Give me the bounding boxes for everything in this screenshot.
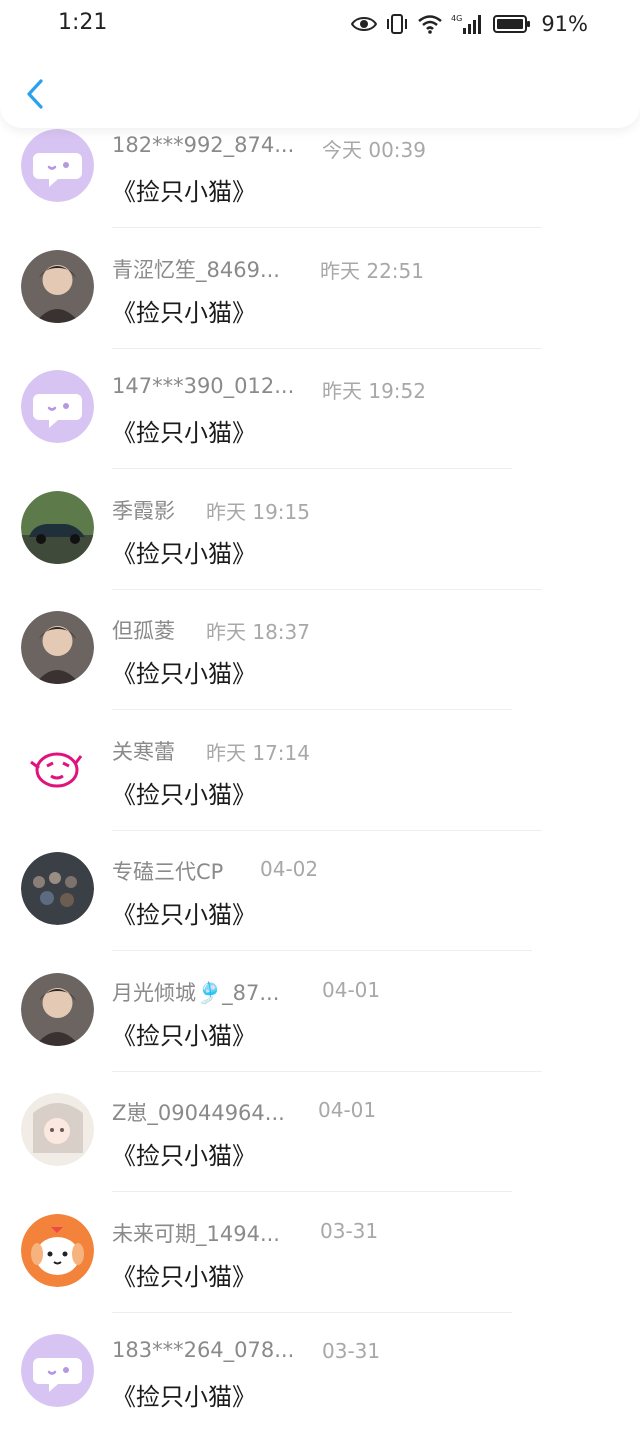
message-preview: 《捡只小猫》 [112,901,256,929]
sender-name: 未来可期_1494... [112,1222,280,1246]
battery-icon [493,15,531,33]
avatar[interactable] [21,611,94,684]
avatar[interactable] [21,129,94,202]
message-preview: 《捡只小猫》 [112,540,256,568]
list-item[interactable]: 季霞影 昨天 19:15 《捡只小猫》 [0,482,640,602]
sender-name: 专磕三代CP [112,860,224,884]
sender-name: 147***390_012... [112,374,295,398]
avatar[interactable] [21,370,94,443]
list-item[interactable]: 182***992_874... 今天 00:39 《捡只小猫》 [0,120,640,240]
message-time: 昨天 22:51 [320,259,424,283]
message-time: 今天 00:39 [322,138,426,162]
sender-name: 青涩忆笙_8469... [112,258,280,282]
4g-signal-icon: 4G [451,14,482,34]
status-time: 1:21 [58,10,108,35]
row-divider [112,950,532,951]
list-item[interactable]: Z崽_09044964... 04-01 《捡只小猫》 [0,1084,640,1204]
list-item[interactable]: 专磕三代CP 04-02 《捡只小猫》 [0,843,640,963]
sender-name: 月光倾城🎐_87... [112,981,280,1005]
avatar[interactable] [21,1093,94,1166]
eye-icon [351,17,378,31]
list-item[interactable]: 但孤菱 昨天 18:37 《捡只小猫》 [0,602,640,722]
battery-percentage: 91% [541,12,588,36]
row-divider [112,830,542,831]
message-preview: 《捡只小猫》 [112,781,256,809]
message-time: 昨天 17:14 [206,741,310,765]
message-preview: 《捡只小猫》 [112,1022,256,1050]
avatar[interactable] [21,732,94,805]
message-preview: 《捡只小猫》 [112,1383,256,1411]
svg-text:4G: 4G [451,14,462,23]
sender-name: 关寒蕾 [112,740,175,764]
wifi-icon [418,15,443,34]
list-item[interactable]: 183***264_078... 03-31 《捡只小猫》 [0,1325,640,1445]
row-divider [112,709,512,710]
avatar[interactable] [21,1334,94,1407]
message-time: 04-01 [322,978,381,1002]
message-time: 03-31 [322,1339,381,1363]
sender-name: 季霞影 [112,499,175,523]
message-time: 昨天 19:52 [322,379,426,403]
list-item[interactable]: 147***390_012... 昨天 19:52 《捡只小猫》 [0,361,640,481]
row-divider [112,1312,512,1313]
row-divider [112,1191,512,1192]
row-divider [112,589,542,590]
row-divider [112,227,542,228]
message-preview: 《捡只小猫》 [112,299,256,327]
status-icons: 4G 91% [351,12,588,36]
avatar[interactable] [21,1214,94,1287]
message-preview: 《捡只小猫》 [112,1263,256,1291]
row-divider [112,348,542,349]
status-bar: 1:21 4G 91% [0,0,640,48]
avatar[interactable] [21,250,94,323]
list-item[interactable]: 月光倾城🎐_87... 04-01 《捡只小猫》 [0,964,640,1084]
back-button[interactable] [18,74,52,114]
list-item[interactable]: 青涩忆笙_8469... 昨天 22:51 《捡只小猫》 [0,241,640,361]
sender-name: Z崽_09044964... [112,1101,285,1125]
list-item[interactable]: 关寒蕾 昨天 17:14 《捡只小猫》 [0,723,640,843]
message-time: 昨天 18:37 [206,620,310,644]
message-preview: 《捡只小猫》 [112,178,256,206]
message-time: 昨天 19:15 [206,500,310,524]
message-preview: 《捡只小猫》 [112,660,256,688]
sender-name: 183***264_078... [112,1338,295,1362]
sender-name: 182***992_874... [112,133,295,157]
top-nav-bar [0,48,640,128]
message-time: 03-31 [320,1219,379,1243]
vibrate-icon [387,14,408,34]
row-divider [112,468,512,469]
message-preview: 《捡只小猫》 [112,419,256,447]
sender-name: 但孤菱 [112,619,175,643]
avatar[interactable] [21,491,94,564]
list-item[interactable]: 未来可期_1494... 03-31 《捡只小猫》 [0,1205,640,1325]
chevron-left-icon [27,79,43,109]
message-preview: 《捡只小猫》 [112,1142,256,1170]
avatar[interactable] [21,973,94,1046]
message-time: 04-01 [318,1098,377,1122]
message-time: 04-02 [260,857,319,881]
row-divider [112,1071,542,1072]
avatar[interactable] [21,852,94,925]
